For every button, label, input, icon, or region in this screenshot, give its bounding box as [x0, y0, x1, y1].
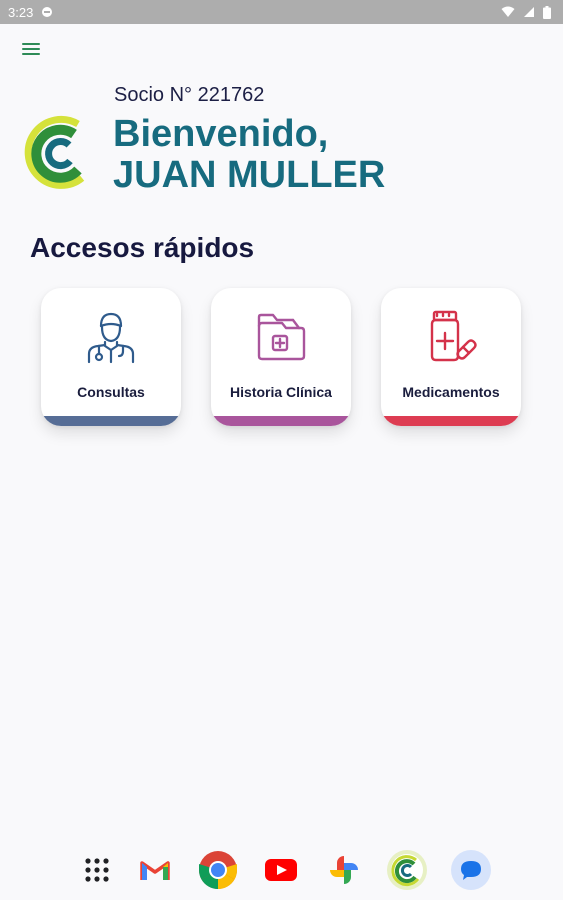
apps-grid-icon[interactable] [75, 848, 119, 892]
quick-access-consultas-card[interactable]: Consultas [41, 288, 181, 426]
quick-access-title: Accesos rápidos [30, 232, 255, 263]
card-accent-bar [381, 416, 521, 426]
youtube-icon[interactable] [259, 848, 303, 892]
wifi-icon [501, 6, 515, 17]
quick-access-historia-clinica-card[interactable]: Historia Clínica [211, 288, 351, 426]
signal-icon [524, 7, 534, 17]
welcome-greeting: Bienvenido, [113, 113, 329, 155]
gmail-icon[interactable] [133, 848, 177, 892]
app-logo [24, 115, 85, 189]
quick-access-medicamentos-card[interactable]: Medicamentos [381, 288, 521, 426]
hamburger-menu-icon[interactable] [22, 40, 46, 58]
consultas-label: Consultas [77, 384, 145, 400]
historia-clinica-label: Historia Clínica [230, 384, 332, 400]
medicine-bottle-icon [430, 310, 477, 362]
doctor-icon [87, 312, 135, 364]
welcome-heading: Bienvenido, JUAN MULLER [113, 114, 385, 196]
status-time: 3:23 [8, 4, 34, 20]
medical-folder-icon [257, 313, 306, 361]
app-dock [0, 848, 563, 896]
notification-icon [42, 7, 53, 17]
battery-icon [543, 5, 551, 19]
messages-icon[interactable] [449, 848, 493, 892]
chrome-icon[interactable] [196, 848, 240, 892]
medicamentos-label: Medicamentos [402, 384, 500, 400]
member-number: Socio N° 221762 [114, 84, 265, 106]
status-bar: 3:23 [0, 0, 563, 24]
photos-icon[interactable] [322, 848, 366, 892]
card-accent-bar [41, 416, 181, 426]
welcome-user-name: JUAN MULLER [113, 154, 386, 196]
app-logo-icon[interactable] [385, 848, 429, 892]
card-accent-bar [211, 416, 351, 426]
